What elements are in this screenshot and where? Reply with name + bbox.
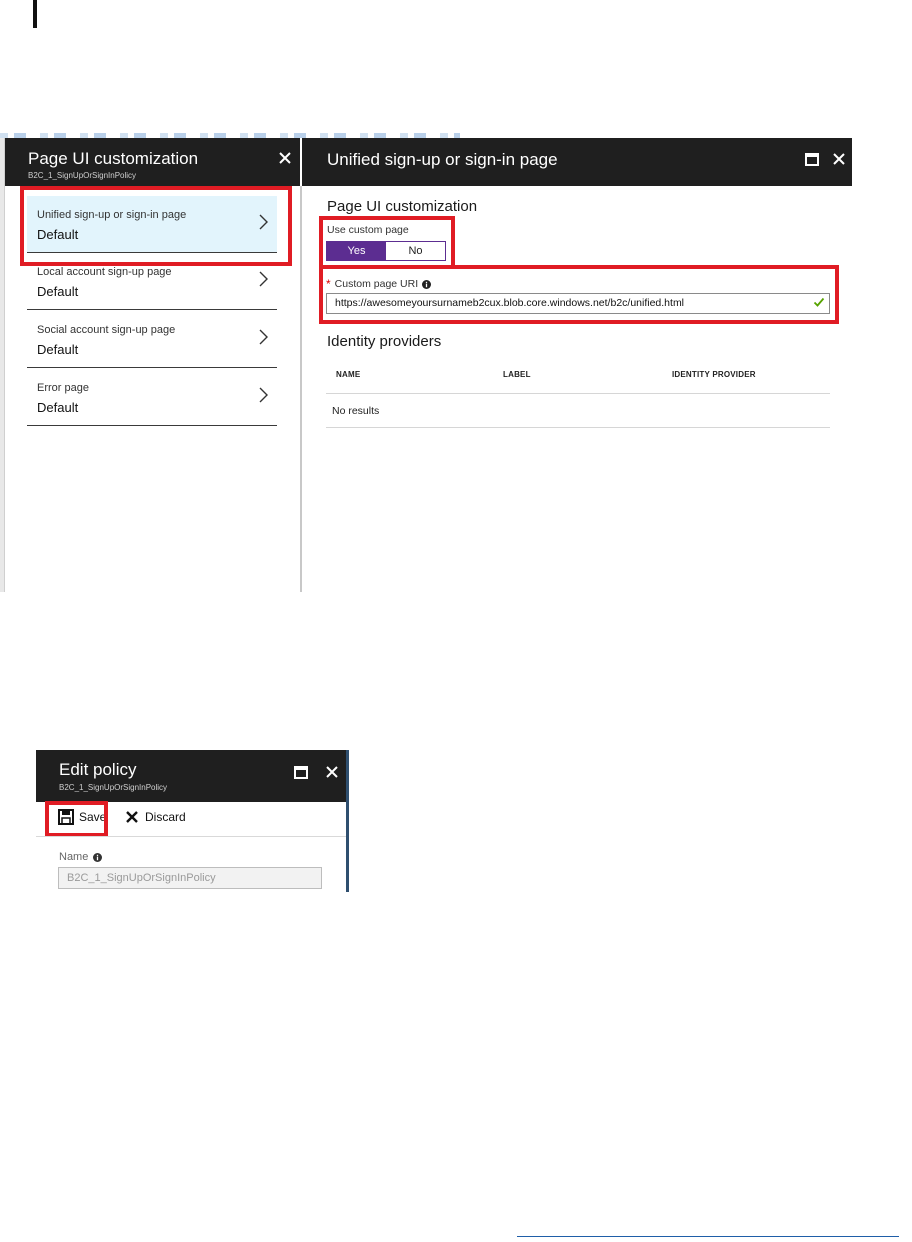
blade-title: Edit policy (59, 760, 137, 779)
edit-policy-header: Edit policy B2C_1_SignUpOrSignInPolicy (36, 750, 346, 802)
discard-button[interactable]: Discard (125, 810, 186, 824)
col-header-identity-provider: IDENTITY PROVIDER (672, 370, 756, 379)
blade-scroll-edge (346, 750, 349, 892)
highlight-uri (319, 265, 839, 324)
blade-title: Unified sign-up or sign-in page (327, 150, 558, 169)
page-ui-customization-header: Page UI customization B2C_1_SignUpOrSign… (5, 138, 300, 186)
highlight-save (45, 801, 108, 837)
discard-label: Discard (145, 810, 186, 824)
list-item-value: Default (37, 284, 79, 299)
empty-results: No results (332, 405, 380, 417)
maximize-button[interactable] (805, 151, 819, 169)
table-bottom-line (326, 427, 830, 428)
name-input: B2C_1_SignUpOrSignInPolicy (58, 867, 322, 889)
document-margin-mark (33, 0, 37, 28)
close-button[interactable] (832, 151, 846, 169)
blade-subtitle: B2C_1_SignUpOrSignInPolicy (59, 783, 168, 792)
maximize-icon (294, 766, 308, 779)
close-button[interactable] (325, 764, 339, 782)
maximize-button[interactable] (294, 764, 308, 782)
highlight-selected-item (20, 186, 292, 266)
name-label-row: Name (59, 851, 103, 863)
close-icon (279, 152, 291, 164)
list-item-social-account[interactable]: Social account sign-up page Default (27, 311, 277, 368)
table-divider (326, 393, 830, 394)
info-icon[interactable] (93, 852, 103, 862)
blade-divider (300, 186, 302, 592)
close-icon (833, 153, 845, 165)
list-item-value: Default (37, 342, 79, 357)
maximize-icon (805, 153, 819, 166)
highlight-toggle (319, 216, 455, 269)
footer-rule (517, 1236, 899, 1237)
list-item-label: Error page (37, 382, 89, 394)
name-input-value: B2C_1_SignUpOrSignInPolicy (67, 872, 216, 884)
chevron-right-icon (259, 329, 268, 345)
blade-title: Page UI customization (28, 149, 199, 168)
toolbar-divider (36, 836, 346, 837)
identity-providers-title: Identity providers (327, 333, 442, 350)
chevron-right-icon (259, 387, 268, 403)
previous-blade-edge (0, 138, 5, 592)
name-label: Name (59, 851, 89, 863)
list-item-error-page[interactable]: Error page Default (27, 369, 277, 426)
chevron-right-icon (259, 271, 268, 287)
close-button[interactable] (278, 150, 292, 168)
list-item-value: Default (37, 400, 79, 415)
blade-subtitle: B2C_1_SignUpOrSignInPolicy (28, 171, 137, 180)
close-icon (326, 766, 338, 778)
list-item-label: Social account sign-up page (37, 324, 176, 336)
list-item-label: Local account sign-up page (37, 266, 172, 278)
col-header-label: LABEL (503, 370, 531, 379)
section-title: Page UI customization (327, 198, 478, 215)
unified-page-header: Unified sign-up or sign-in page (302, 138, 852, 186)
discard-icon (126, 811, 138, 823)
col-header-name: NAME (336, 370, 361, 379)
